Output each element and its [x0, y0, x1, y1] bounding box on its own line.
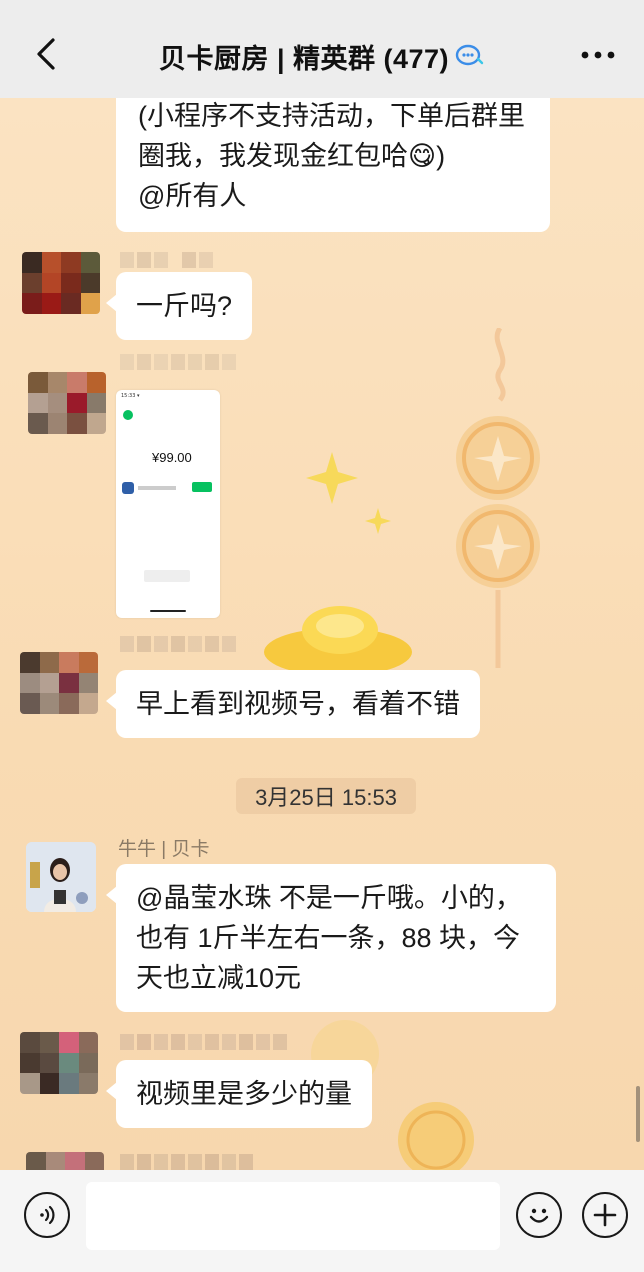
image-status-bar: 15:33 ▾	[121, 393, 140, 399]
avatar[interactable]	[20, 1032, 98, 1094]
sender-name-blurred	[120, 1154, 253, 1170]
message-text: 早上看到视频号，看着不错	[136, 689, 460, 719]
chat-area[interactable]: (小程序不支持活动，下单后群里圈我，我发现金红包哈😋) @所有人 一斤吗? 15…	[0, 98, 644, 1170]
more-button[interactable]	[578, 40, 618, 70]
chevron-left-icon	[37, 38, 55, 70]
image-home-indicator	[150, 610, 186, 612]
emoji-icon	[529, 1208, 549, 1223]
image-button	[192, 482, 212, 492]
sender-name-blurred	[120, 354, 236, 372]
scrollbar[interactable]	[636, 1086, 640, 1142]
avatar[interactable]	[26, 842, 96, 912]
message-text: (小程序不支持活动，下单后群里圈我，我发现金红包哈😋) @所有人	[138, 101, 525, 211]
sender-name-blurred	[120, 252, 213, 270]
sparkle-decoration	[306, 452, 391, 534]
avatar[interactable]	[26, 1152, 104, 1170]
timestamp: 3月25日 15:53	[236, 778, 416, 814]
group-chat-icon	[455, 44, 484, 66]
image-done-button	[144, 570, 190, 582]
message-bubble[interactable]: (小程序不支持活动，下单后群里圈我，我发现金红包哈😋) @所有人	[116, 98, 550, 232]
back-button[interactable]	[28, 34, 64, 74]
chat-title: 贝卡厨房 | 精英群 (477)	[158, 43, 450, 74]
shared-image[interactable]: 15:33 ▾ ¥99.00	[116, 390, 220, 618]
avatar[interactable]	[20, 652, 98, 714]
message-input[interactable]	[86, 1182, 500, 1250]
image-app-icon	[122, 482, 134, 494]
image-price: ¥99.00	[152, 450, 192, 465]
message-text: 一斤吗?	[136, 291, 233, 321]
voice-button[interactable]	[24, 1192, 70, 1238]
voice-icon	[40, 1205, 55, 1225]
message-bubble[interactable]: 早上看到视频号，看着不错	[106, 670, 480, 738]
avatar[interactable]	[28, 372, 106, 434]
image-text-line	[138, 486, 176, 490]
avatar[interactable]	[22, 252, 100, 314]
sender-name-blurred	[120, 636, 236, 654]
emoji-button[interactable]	[516, 1192, 562, 1238]
lantern-decoration	[456, 328, 540, 668]
coin-decoration	[398, 1102, 474, 1170]
success-icon	[123, 410, 133, 420]
more-dots-icon	[581, 51, 615, 59]
sender-name: 牛牛 | 贝卡	[118, 839, 210, 860]
plus-icon	[593, 1203, 617, 1227]
person-photo-icon	[26, 842, 96, 912]
message-bubble[interactable]: @晶莹水珠 不是一斤哦。小的，也有 1斤半左右一条，88 块，今天也立减10元	[106, 864, 556, 1012]
plus-button[interactable]	[582, 1192, 628, 1238]
input-bar	[0, 1170, 644, 1272]
message-bubble[interactable]: 视频里是多少的量	[106, 1060, 372, 1128]
message-text: @晶莹水珠 不是一斤哦。小的，也有 1斤半左右一条，88 块，今天也立减10元	[136, 883, 522, 993]
message-text: 视频里是多少的量	[136, 1079, 352, 1109]
message-bubble[interactable]: 一斤吗?	[105, 272, 253, 340]
title-wrap[interactable]: 贝卡厨房 | 精英群 (477)	[159, 37, 485, 76]
sender-name-blurred	[120, 1034, 287, 1052]
chat-header: 贝卡厨房 | 精英群 (477)	[0, 0, 644, 98]
